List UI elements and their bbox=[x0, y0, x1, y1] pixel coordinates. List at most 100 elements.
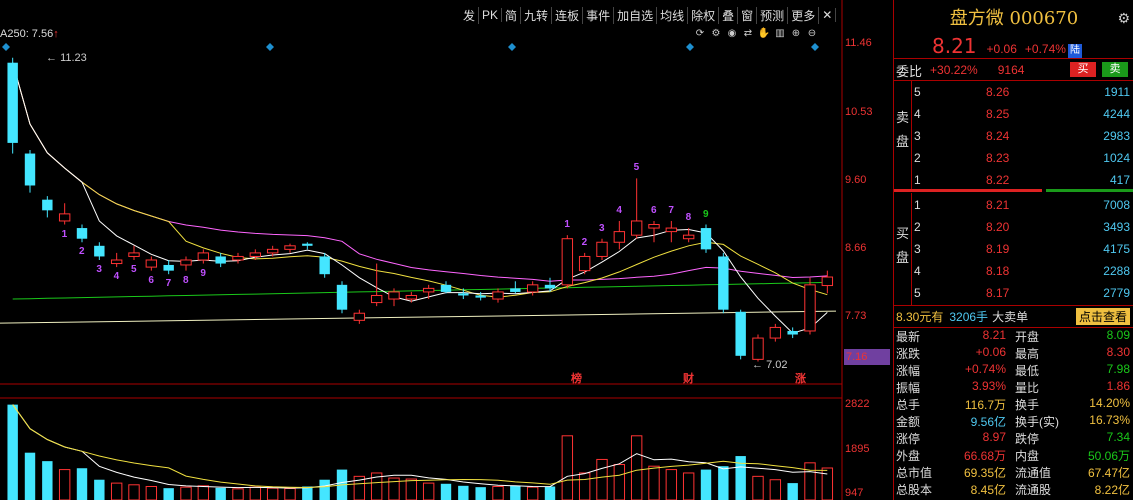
sell-button[interactable]: 卖 bbox=[1102, 62, 1128, 77]
stock-title: 盘方微 000670 bbox=[894, 4, 1133, 30]
candle-body bbox=[735, 311, 746, 356]
diamond-marker bbox=[686, 43, 694, 51]
zoom-out-icon[interactable]: ⊖ bbox=[805, 27, 819, 41]
volume-bar bbox=[492, 485, 504, 500]
ma-label-text: A250: 7.56 bbox=[0, 28, 54, 40]
buy-button[interactable]: 买 bbox=[1070, 62, 1096, 77]
price-axis-label: 9.60 bbox=[845, 174, 867, 186]
ma250-line bbox=[0, 310, 837, 324]
ask-row[interactable]: 5 8.26 1911 bbox=[894, 81, 1133, 103]
arrows-icon[interactable]: ⇄ bbox=[741, 27, 755, 41]
stat-value: 67.47亿 bbox=[1087, 466, 1130, 480]
stat-label: 涨跌 bbox=[896, 347, 921, 361]
candle-body bbox=[163, 264, 174, 271]
stat-label: 内盘 bbox=[1015, 449, 1040, 463]
volume-bar bbox=[510, 485, 521, 500]
bid-row[interactable]: 2 8.20 3493 bbox=[894, 216, 1133, 238]
settings-icon[interactable]: ⚙ bbox=[1117, 10, 1130, 27]
stat-value: 14.20% bbox=[1089, 396, 1130, 410]
toolbar-item-fa[interactable]: 发 bbox=[460, 6, 480, 24]
candle-body bbox=[787, 330, 798, 335]
toolbar-item-shijian[interactable]: 事件 bbox=[583, 6, 615, 24]
stat-label: 涨幅 bbox=[896, 364, 921, 378]
event-marker[interactable]: 榜 bbox=[571, 370, 582, 386]
ma120-line bbox=[12, 281, 828, 300]
volume-bar bbox=[94, 479, 105, 500]
candle-body bbox=[76, 228, 88, 239]
toolbar-item-add-favorite[interactable]: 加自选 bbox=[614, 6, 658, 24]
toolbar-item-chuquan[interactable]: 除权 bbox=[688, 6, 720, 24]
candle-body bbox=[58, 213, 71, 222]
stat-row: 最新 8.21 开盘 8.09 bbox=[894, 328, 1133, 345]
event-marker[interactable]: 财 bbox=[683, 370, 694, 386]
volume-bar bbox=[128, 484, 140, 500]
stat-value: 8.09 bbox=[1106, 328, 1130, 342]
trash-icon[interactable]: ▥ bbox=[773, 27, 787, 41]
toolbar-item-more[interactable]: 更多 bbox=[788, 6, 820, 24]
zoom-in-icon[interactable]: ⊕ bbox=[789, 27, 803, 41]
settings-icon[interactable]: ⚙ bbox=[709, 27, 723, 41]
bid-row[interactable]: 1 8.21 7008 bbox=[894, 194, 1133, 216]
volume-axis-label: 947 bbox=[845, 487, 864, 499]
toolbar-item-pk[interactable]: PK bbox=[479, 8, 503, 22]
ask-row[interactable]: 3 8.24 2983 bbox=[894, 125, 1133, 147]
price-change: +0.06 bbox=[986, 42, 1017, 56]
toolbar-item-die[interactable]: 叠 bbox=[719, 6, 739, 24]
candle-body bbox=[353, 312, 366, 321]
toolbar-item-jian[interactable]: 简 bbox=[502, 6, 522, 24]
stat-value: 50.06万 bbox=[1087, 449, 1130, 463]
volume-bar bbox=[7, 404, 18, 500]
stat-label: 总股本 bbox=[896, 483, 933, 497]
price-change-pct: +0.74% bbox=[1024, 42, 1066, 56]
chart-icon-row: ⟳ ⚙ ◉ ⇄ ✋ ▥ ⊕ ⊖ bbox=[693, 27, 819, 41]
candle-body bbox=[718, 256, 729, 310]
ask-row[interactable]: 2 8.23 1024 bbox=[894, 147, 1133, 169]
weibi-pct: +30.22% bbox=[930, 63, 978, 77]
volume-bar bbox=[266, 487, 279, 500]
stat-row: 涨幅 +0.74% 最低 7.98 bbox=[894, 362, 1133, 379]
candle-body bbox=[336, 284, 348, 310]
close-icon[interactable]: ✕ bbox=[819, 8, 837, 22]
candle-body bbox=[7, 62, 18, 143]
quote-panel: 盘方微 000670 ⚙ 8.21 +0.06 +0.74% 陆 委比 +30.… bbox=[893, 0, 1133, 500]
stock-code: 000670 bbox=[1009, 8, 1079, 29]
chart-area[interactable]: 发 PK 简 九转 连板 事件 加自选 均线 除权 叠 窗 预测 更多 ✕ A2… bbox=[0, 0, 893, 500]
toolbar-item-jiuzhuan[interactable]: 九转 bbox=[521, 6, 553, 24]
volume-axis-label: 1895 bbox=[845, 443, 870, 455]
stat-label: 流通股 bbox=[1015, 483, 1052, 497]
volume-bar bbox=[682, 472, 695, 500]
volume-bar bbox=[700, 469, 712, 500]
eye-icon[interactable]: ◉ bbox=[725, 27, 739, 41]
sequence-marker: 9 bbox=[703, 208, 709, 220]
refresh-icon[interactable]: ⟳ bbox=[693, 27, 707, 41]
volume-bar bbox=[821, 467, 834, 500]
ask-row[interactable]: 1 8.22 417 bbox=[894, 169, 1133, 191]
view-details-link[interactable]: 点击查看 bbox=[1075, 307, 1130, 325]
candle-body bbox=[128, 252, 140, 257]
sequence-marker: 7 bbox=[668, 204, 674, 216]
candle-body bbox=[526, 284, 539, 293]
bid-row[interactable]: 3 8.19 4175 bbox=[894, 238, 1133, 260]
candle-body bbox=[249, 252, 262, 257]
toolbar-item-junxian[interactable]: 均线 bbox=[657, 6, 689, 24]
toolbar-item-yuce[interactable]: 预测 bbox=[757, 6, 789, 24]
toolbar-item-lianban[interactable]: 连板 bbox=[552, 6, 584, 24]
volume-bar bbox=[630, 435, 643, 500]
bid-row[interactable]: 4 8.18 2288 bbox=[894, 260, 1133, 282]
candle-body bbox=[492, 291, 504, 300]
volume-bar bbox=[163, 488, 174, 500]
stat-value: 69.35亿 bbox=[963, 466, 1006, 480]
event-marker[interactable]: 涨 bbox=[795, 370, 806, 386]
toolbar-item-chuang[interactable]: 窗 bbox=[738, 6, 758, 24]
candle-body bbox=[682, 234, 695, 240]
kline-chart[interactable] bbox=[0, 0, 893, 500]
bid-row[interactable]: 5 8.17 2779 bbox=[894, 282, 1133, 304]
sequence-marker: 6 bbox=[148, 274, 154, 286]
sequence-marker: 5 bbox=[131, 264, 137, 275]
hand-icon[interactable]: ✋ bbox=[757, 27, 771, 41]
sequence-marker: 3 bbox=[96, 264, 102, 275]
ask-row[interactable]: 4 8.25 4244 bbox=[894, 103, 1133, 125]
big-order-summary: 8.30元有 3206手 大卖单 点击查看 bbox=[894, 306, 1133, 326]
sequence-marker: 1 bbox=[61, 228, 68, 240]
price-row: 8.21 +0.06 +0.74% 陆 bbox=[894, 34, 1133, 58]
